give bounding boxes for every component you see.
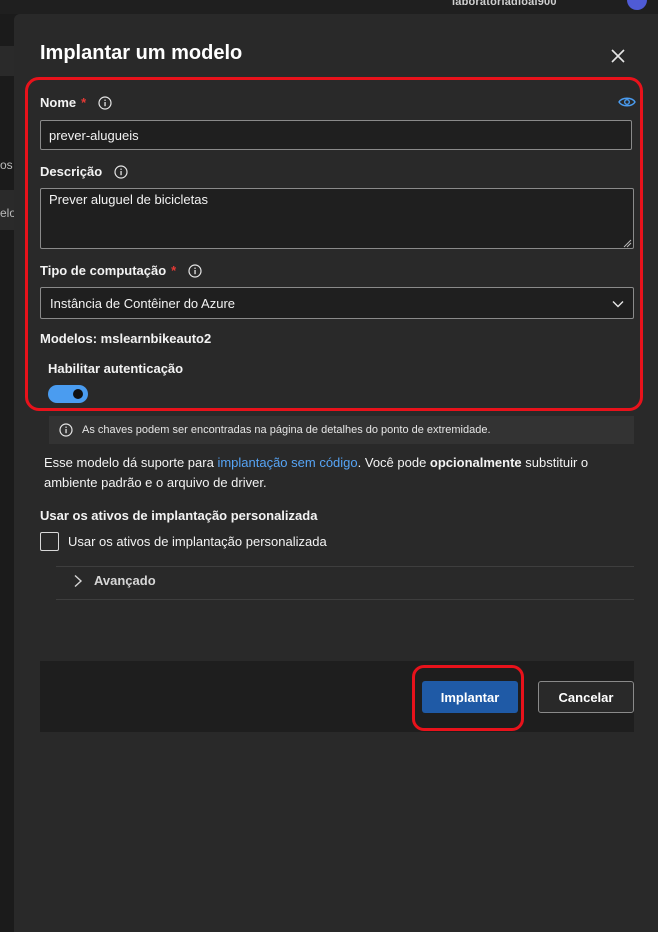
eye-icon[interactable]	[618, 96, 636, 108]
info-bar-text: As chaves podem ser encontradas na págin…	[82, 424, 491, 436]
support-text: Esse modelo dá suporte para implantação …	[44, 453, 634, 493]
support-text-bold: opcionalmente	[429, 455, 522, 470]
name-input[interactable]	[40, 120, 632, 150]
info-icon[interactable]	[98, 95, 112, 110]
description-textarea[interactable]: Prever aluguel de bicicletas	[40, 188, 634, 249]
no-code-deployment-link[interactable]: implantação sem código	[217, 455, 357, 470]
description-label-group: Descrição	[40, 164, 128, 179]
divider	[56, 566, 634, 567]
required-marker: *	[171, 263, 177, 278]
name-label: Nome	[40, 95, 77, 110]
close-icon	[611, 49, 625, 63]
enable-auth-toggle[interactable]	[48, 385, 88, 403]
compute-type-label: Tipo de computação	[40, 263, 167, 278]
background-text-fragment: os	[0, 158, 13, 172]
chevron-down-icon	[612, 301, 624, 308]
toggle-knob	[73, 389, 83, 399]
models-text: Modelos: mslearnbikeauto2	[40, 331, 212, 346]
info-icon[interactable]	[188, 263, 202, 278]
description-label: Descrição	[40, 164, 103, 179]
cancel-button[interactable]: Cancelar	[538, 681, 634, 713]
resize-grip-icon[interactable]	[622, 238, 632, 248]
background-sidebar-item	[0, 46, 14, 76]
advanced-expander[interactable]: Avançado	[72, 573, 156, 588]
info-icon	[59, 423, 73, 437]
info-icon[interactable]	[114, 164, 128, 179]
custom-assets-heading: Usar os ativos de implantação personaliz…	[40, 508, 318, 523]
compute-type-label-group: Tipo de computação *	[40, 263, 202, 278]
compute-type-selected: Instância de Contêiner do Azure	[50, 296, 236, 311]
background-header	[0, 0, 658, 14]
chevron-right-icon	[74, 574, 83, 587]
dialog-title: Implantar um modelo	[40, 42, 243, 64]
info-bar: As chaves podem ser encontradas na págin…	[49, 416, 634, 444]
support-text-part: Esse modelo dá suporte para	[44, 455, 218, 470]
compute-type-dropdown[interactable]: Instância de Contêiner do Azure	[40, 287, 634, 319]
close-button[interactable]	[606, 44, 630, 68]
custom-assets-checkbox[interactable]	[40, 532, 59, 551]
advanced-label: Avançado	[94, 573, 156, 588]
divider	[56, 599, 634, 600]
enable-auth-label: Habilitar autenticação	[48, 361, 184, 376]
deploy-button[interactable]: Implantar	[422, 681, 518, 713]
name-label-group: Nome *	[40, 95, 112, 110]
support-text-part: . Você pode	[357, 455, 430, 470]
required-marker: *	[81, 95, 87, 110]
user-name: laboratoriadioai900	[452, 0, 557, 8]
deploy-model-dialog: Implantar um modelo Nome * Descrição Pre…	[14, 14, 658, 932]
custom-assets-checkbox-label[interactable]: Usar os ativos de implantação personaliz…	[68, 534, 327, 549]
